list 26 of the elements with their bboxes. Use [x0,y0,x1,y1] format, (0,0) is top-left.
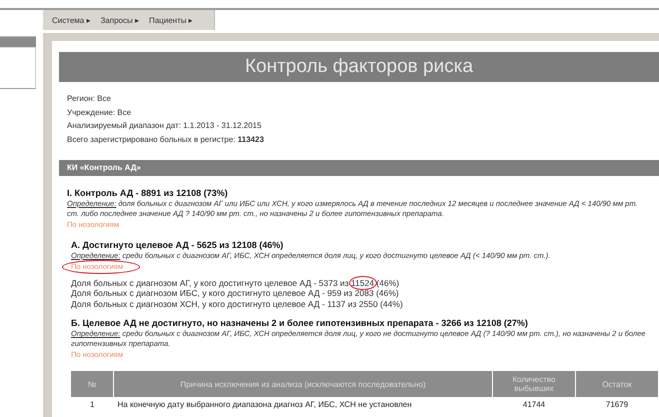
table-cell-text: 1 [89,399,96,412]
section-header: КИ «Контроль АД» [59,160,659,176]
info-text: Регион: Все [67,93,112,105]
column-header: № [71,371,114,398]
block-heading: Б. Целевое АД не достигнуто, но назначены 2 и более гипотензивных препарата - 3266 из 12108 (27%) [71,318,529,328]
info-text: Анализируемый диапазон дат: 1.1.2013 - 31.12.2015 [67,120,262,132]
table-cell-text: 41744 [522,399,546,412]
menu-item[interactable]: Пациенты ▸ [146,16,196,24]
sidebar-panel [0,47,36,89]
menu-item[interactable]: Запросы ▸ [97,16,142,24]
column-header: Остаток [576,371,658,398]
page-title: Контроль факторов риска [59,52,659,82]
column-header: Причина исключения из анализа (исключаются последовательно) [114,371,492,398]
table-cell-text: На конечную дату выбранного диапазона диагноз АГ, ИБС, ХСН не установлен [116,399,413,412]
table-cell-text: 71679 [604,399,630,412]
block-heading: I. Контроль АД - 8891 из 12108 (73%) [67,188,229,198]
menu-item[interactable]: Система ▸ [49,16,94,24]
info-text: Учреждение: Все [67,106,132,119]
sidebar-header [0,36,36,47]
block-heading: А. Достигнуто целевое АД - 5625 из 12108 (46%) [71,240,284,250]
stat-text: Доля больных с диагнозом ИБС, у кого достигнуто целевое АД - 959 из 2083 (46%) [71,288,400,299]
highlight-circle [349,276,378,290]
stat-text: Доля больных с диагнозом АГ, у кого достигнуто целевое АД - 5373 из 11524 (46%) [71,278,400,288]
column-header: Количество выбывших [492,371,576,398]
stat-text: Доля больных с диагнозом ХСН, у кого достигнуто целевое АД - 1137 из 2550 (44%) [71,298,404,310]
info-text: Всего зарегистрировано больных в регистре: 113423 [67,134,265,146]
